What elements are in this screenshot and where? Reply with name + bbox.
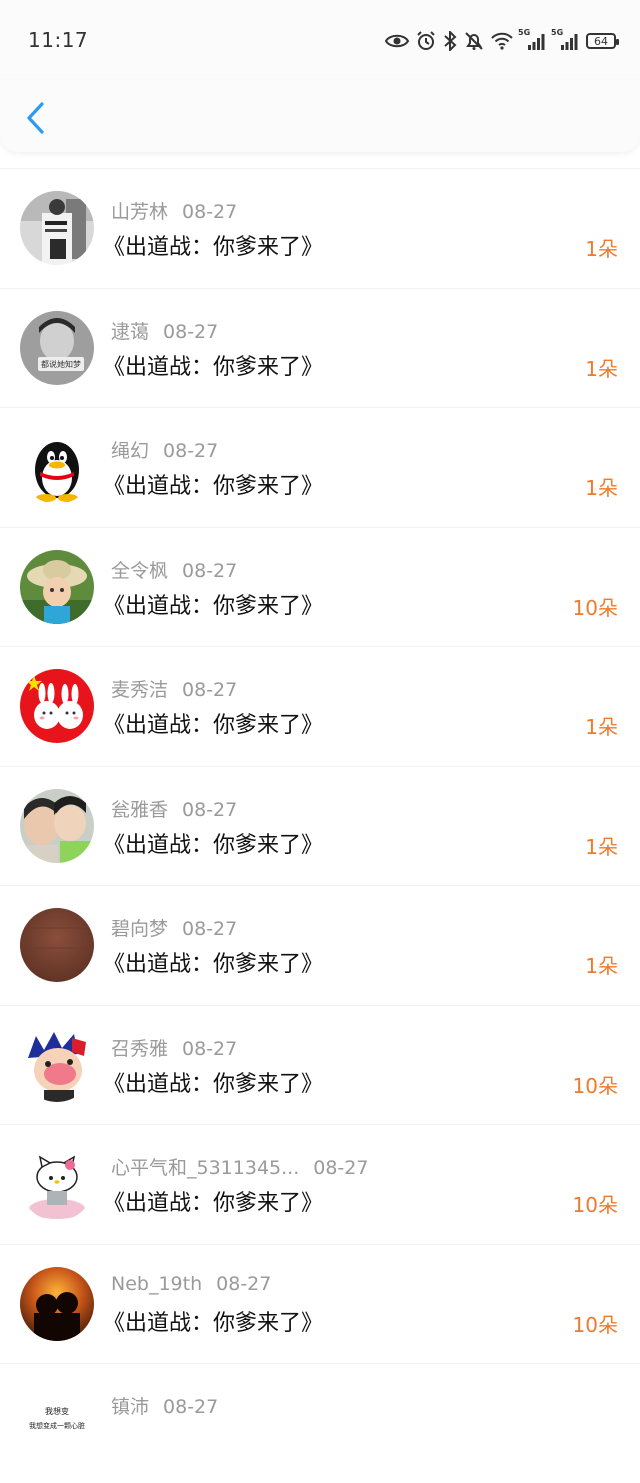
item-meta: 山芳林 08-27 xyxy=(111,197,237,224)
item-title: 《出道战：你爹来了》 xyxy=(103,235,324,260)
item-title: 《出道战：你爹来了》 xyxy=(103,713,324,738)
date: 08-27 xyxy=(182,201,238,223)
avatar[interactable] xyxy=(20,1266,94,1341)
item-meta: Neb_19th 08-27 xyxy=(111,1273,271,1295)
avatar[interactable] xyxy=(20,1147,94,1221)
avatar-caption-1: 我想变 xyxy=(45,1406,69,1416)
item-meta: 绳幻 08-27 xyxy=(111,436,218,463)
avatar[interactable]: 都说她知梦 xyxy=(20,310,94,385)
item-meta: 全令枫 08-27 xyxy=(111,556,237,583)
status-time: 11:17 xyxy=(28,28,89,52)
username: 全令枫 xyxy=(111,559,169,582)
date: 08-27 xyxy=(163,320,219,343)
avatar[interactable] xyxy=(20,669,94,743)
item-meta: 镇沛 08-27 xyxy=(111,1392,218,1419)
list-item[interactable]: 碧向梦 08-27 《出道战：你爹来了》 1朵 xyxy=(0,885,640,1005)
username: 逮蔼 xyxy=(111,320,150,343)
username: 瓮雅香 xyxy=(111,798,169,821)
date: 08-27 xyxy=(182,918,238,940)
username: 镇沛 xyxy=(111,1396,150,1418)
item-title: 《出道战：你爹来了》 xyxy=(103,354,324,380)
signal-5g-icon-2: 5G xyxy=(551,28,579,51)
flower-count: 1朵 xyxy=(585,237,618,261)
status-bar: 11:17 5G 5G 64 xyxy=(0,0,640,80)
avatar[interactable] xyxy=(20,430,94,504)
username: 绳幻 xyxy=(111,440,150,462)
avatar[interactable] xyxy=(20,908,94,982)
flower-count: 10朵 xyxy=(572,595,618,620)
date: 08-27 xyxy=(313,1157,369,1179)
wifi-icon xyxy=(491,32,513,50)
date: 08-27 xyxy=(182,798,238,821)
list-item[interactable]: 心平气和_5311345... 08-27 《出道战：你爹来了》 10朵 xyxy=(0,1124,640,1244)
list-item[interactable]: 麦秀洁 08-27 《出道战：你爹来了》 1朵 xyxy=(0,646,640,766)
item-meta: 逮蔼 08-27 xyxy=(111,317,218,344)
flower-count: 1朵 xyxy=(585,356,618,381)
alarm-icon xyxy=(416,31,436,51)
flower-count: 1朵 xyxy=(585,715,618,739)
item-title: 《出道战：你爹来了》 xyxy=(103,1191,324,1216)
item-meta: 碧向梦 08-27 xyxy=(111,914,237,941)
avatar[interactable] xyxy=(20,1027,94,1102)
avatar[interactable]: 我想变 我想变成一颗心脏 xyxy=(20,1386,94,1460)
battery-icon: 64 xyxy=(586,33,619,49)
flower-count: 10朵 xyxy=(572,1073,618,1098)
date: 08-27 xyxy=(163,1396,219,1418)
back-button[interactable] xyxy=(18,98,52,138)
item-title: 《出道战：你爹来了》 xyxy=(103,1071,324,1097)
item-meta: 麦秀洁 08-27 xyxy=(111,675,237,702)
bluetooth-icon xyxy=(443,31,457,51)
list-item[interactable]: 召秀雅 08-27 《出道战：你爹来了》 10朵 xyxy=(0,1004,640,1125)
username: 召秀雅 xyxy=(111,1037,169,1060)
avatar[interactable] xyxy=(20,549,94,624)
item-title: 《出道战：你爹来了》 xyxy=(103,593,324,619)
avatar[interactable] xyxy=(20,788,94,863)
chevron-left-icon xyxy=(27,102,44,134)
flower-count: 1朵 xyxy=(585,954,618,978)
date: 08-27 xyxy=(182,1037,238,1060)
list-item[interactable]: Neb_19th 08-27 《出道战：你爹来了》 10朵 xyxy=(0,1243,640,1364)
list-item[interactable]: 瓮雅香 08-27 《出道战：你爹来了》 1朵 xyxy=(0,765,640,886)
flower-count: 1朵 xyxy=(585,834,618,859)
item-meta: 心平气和_5311345... 08-27 xyxy=(111,1153,368,1180)
signal-5g-icon-1: 5G xyxy=(518,28,546,51)
username: 碧向梦 xyxy=(111,918,169,940)
status-icons: 5G 5G 64 xyxy=(385,27,619,55)
date: 08-27 xyxy=(182,559,238,582)
flower-count: 10朵 xyxy=(572,1193,618,1217)
date: 08-27 xyxy=(182,679,238,701)
mute-bell-icon xyxy=(464,31,484,51)
date: 08-27 xyxy=(216,1272,272,1295)
item-title: 《出道战：你爹来了》 xyxy=(103,474,324,499)
list-item[interactable]: 我想变 我想变成一颗心脏 镇沛 08-27 xyxy=(0,1363,640,1483)
avatar[interactable] xyxy=(20,191,94,265)
list-item[interactable]: 山芳林 08-27 《出道战：你爹来了》 1朵 xyxy=(0,168,640,288)
item-title: 《出道战：你爹来了》 xyxy=(103,832,324,858)
list-item[interactable]: 都说她知梦 逮蔼 08-27 《出道战：你爹来了》 1朵 xyxy=(0,287,640,408)
username: Neb_19th xyxy=(111,1272,203,1295)
top-nav-bar xyxy=(0,80,640,152)
item-meta: 召秀雅 08-27 xyxy=(111,1034,237,1061)
flower-count: 1朵 xyxy=(585,476,618,500)
username: 心平气和_5311345... xyxy=(111,1157,300,1179)
list-item[interactable]: 全令枫 08-27 《出道战：你爹来了》 10朵 xyxy=(0,526,640,647)
avatar-caption: 都说她知梦 xyxy=(41,359,81,369)
gift-record-list: 山芳林 08-27 《出道战：你爹来了》 1朵 都说她知梦 逮蔼 08-27 《出道… xyxy=(0,168,640,1483)
eye-icon xyxy=(385,33,409,49)
username: 麦秀洁 xyxy=(111,679,169,701)
date: 08-27 xyxy=(163,440,219,462)
item-meta: 瓮雅香 08-27 xyxy=(111,795,237,822)
item-title: 《出道战：你爹来了》 xyxy=(103,952,324,977)
list-item[interactable]: 绳幻 08-27 《出道战：你爹来了》 1朵 xyxy=(0,407,640,527)
flower-count: 10朵 xyxy=(572,1312,618,1337)
username: 山芳林 xyxy=(111,201,169,223)
item-title: 《出道战：你爹来了》 xyxy=(103,1310,324,1336)
avatar-caption-2: 我想变成一颗心脏 xyxy=(29,1421,85,1430)
